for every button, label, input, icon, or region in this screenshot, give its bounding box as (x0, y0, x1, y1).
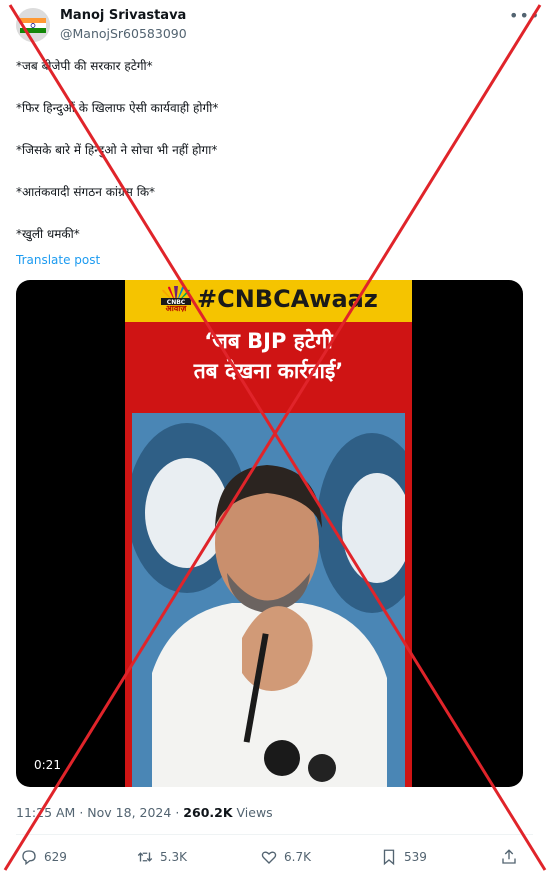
heart-icon (261, 851, 277, 864)
repost-button[interactable]: 5.3K (136, 846, 187, 868)
headline-line: ‘जब BJP हटेगी (204, 329, 333, 353)
speaker-image (132, 413, 405, 787)
avatar[interactable] (16, 8, 50, 42)
more-horizontal-icon[interactable]: ••• (509, 8, 539, 26)
author-handle[interactable]: @ManojSr60583090 (60, 26, 187, 41)
views-label: Views (236, 805, 273, 820)
video-player[interactable]: CNBC आवाज़ #CNBCAwaaz ‘जब BJP हटेगी तब द… (16, 280, 523, 787)
translate-post-link[interactable]: Translate post (16, 253, 100, 267)
meta-separator: · (175, 805, 180, 820)
bookmark-count: 539 (404, 850, 427, 864)
views-count: 260.2K (183, 805, 233, 820)
share-icon (502, 849, 516, 864)
repost-count: 5.3K (160, 850, 187, 864)
tweet-line: *फिर हिन्दुओं के खिलाफ ऐसी कार्यवाही होग… (16, 101, 219, 115)
like-button[interactable]: 6.7K (260, 846, 311, 868)
repost-icon (137, 852, 153, 862)
channel-logo-text: आवाज़ (165, 304, 187, 313)
meta-separator: · (79, 805, 84, 820)
like-count: 6.7K (284, 850, 311, 864)
reply-count: 629 (44, 850, 67, 864)
headline-line: तब देखना कार्रवाई’ (193, 359, 344, 383)
post-date[interactable]: Nov 18, 2024 (87, 805, 171, 820)
tweet-line: *जब बीजेपी की सरकार हटेगी* (16, 59, 153, 73)
tweet-meta: 11:25 AM · Nov 18, 2024 · 260.2K Views (16, 805, 273, 820)
channel-banner: CNBC आवाज़ #CNBCAwaaz (125, 280, 412, 322)
bookmark-icon (383, 849, 395, 866)
author-name[interactable]: Manoj Srivastava (60, 8, 186, 23)
video-thumbnail (132, 413, 405, 787)
video-duration: 0:21 (28, 756, 67, 774)
peacock-icon: CNBC (161, 286, 191, 306)
reply-icon (22, 850, 36, 866)
reply-button[interactable]: 629 (20, 846, 67, 868)
channel-hashtag: #CNBCAwaaz (197, 285, 378, 313)
tweet-line: *जिसके बारे में हिन्दुओ ने सोचा भी नहीं … (16, 143, 218, 157)
tweet-text: *जब बीजेपी की सरकार हटेगी* *फिर हिन्दुओं… (16, 57, 526, 267)
tweet-line: *आतंकवादी संगठन कांग्रेस कि* (16, 185, 156, 199)
action-bar: 629 5.3K 6.7K 539 (16, 846, 533, 868)
cnbc-logo: CNBC आवाज़ (151, 286, 201, 318)
headline-quote: ‘जब BJP हटेगी तब देखना कार्रवाई’ (125, 326, 412, 386)
divider (16, 834, 533, 835)
video-frame: CNBC आवाज़ #CNBCAwaaz ‘जब BJP हटेगी तब द… (125, 280, 412, 787)
post-time[interactable]: 11:25 AM (16, 805, 75, 820)
share-button[interactable] (500, 846, 524, 868)
tweet-header: Manoj Srivastava @ManojSr60583090 ••• (16, 6, 539, 46)
bookmark-button[interactable]: 539 (380, 846, 427, 868)
tweet-line: *खुली धमकी* (16, 227, 80, 241)
